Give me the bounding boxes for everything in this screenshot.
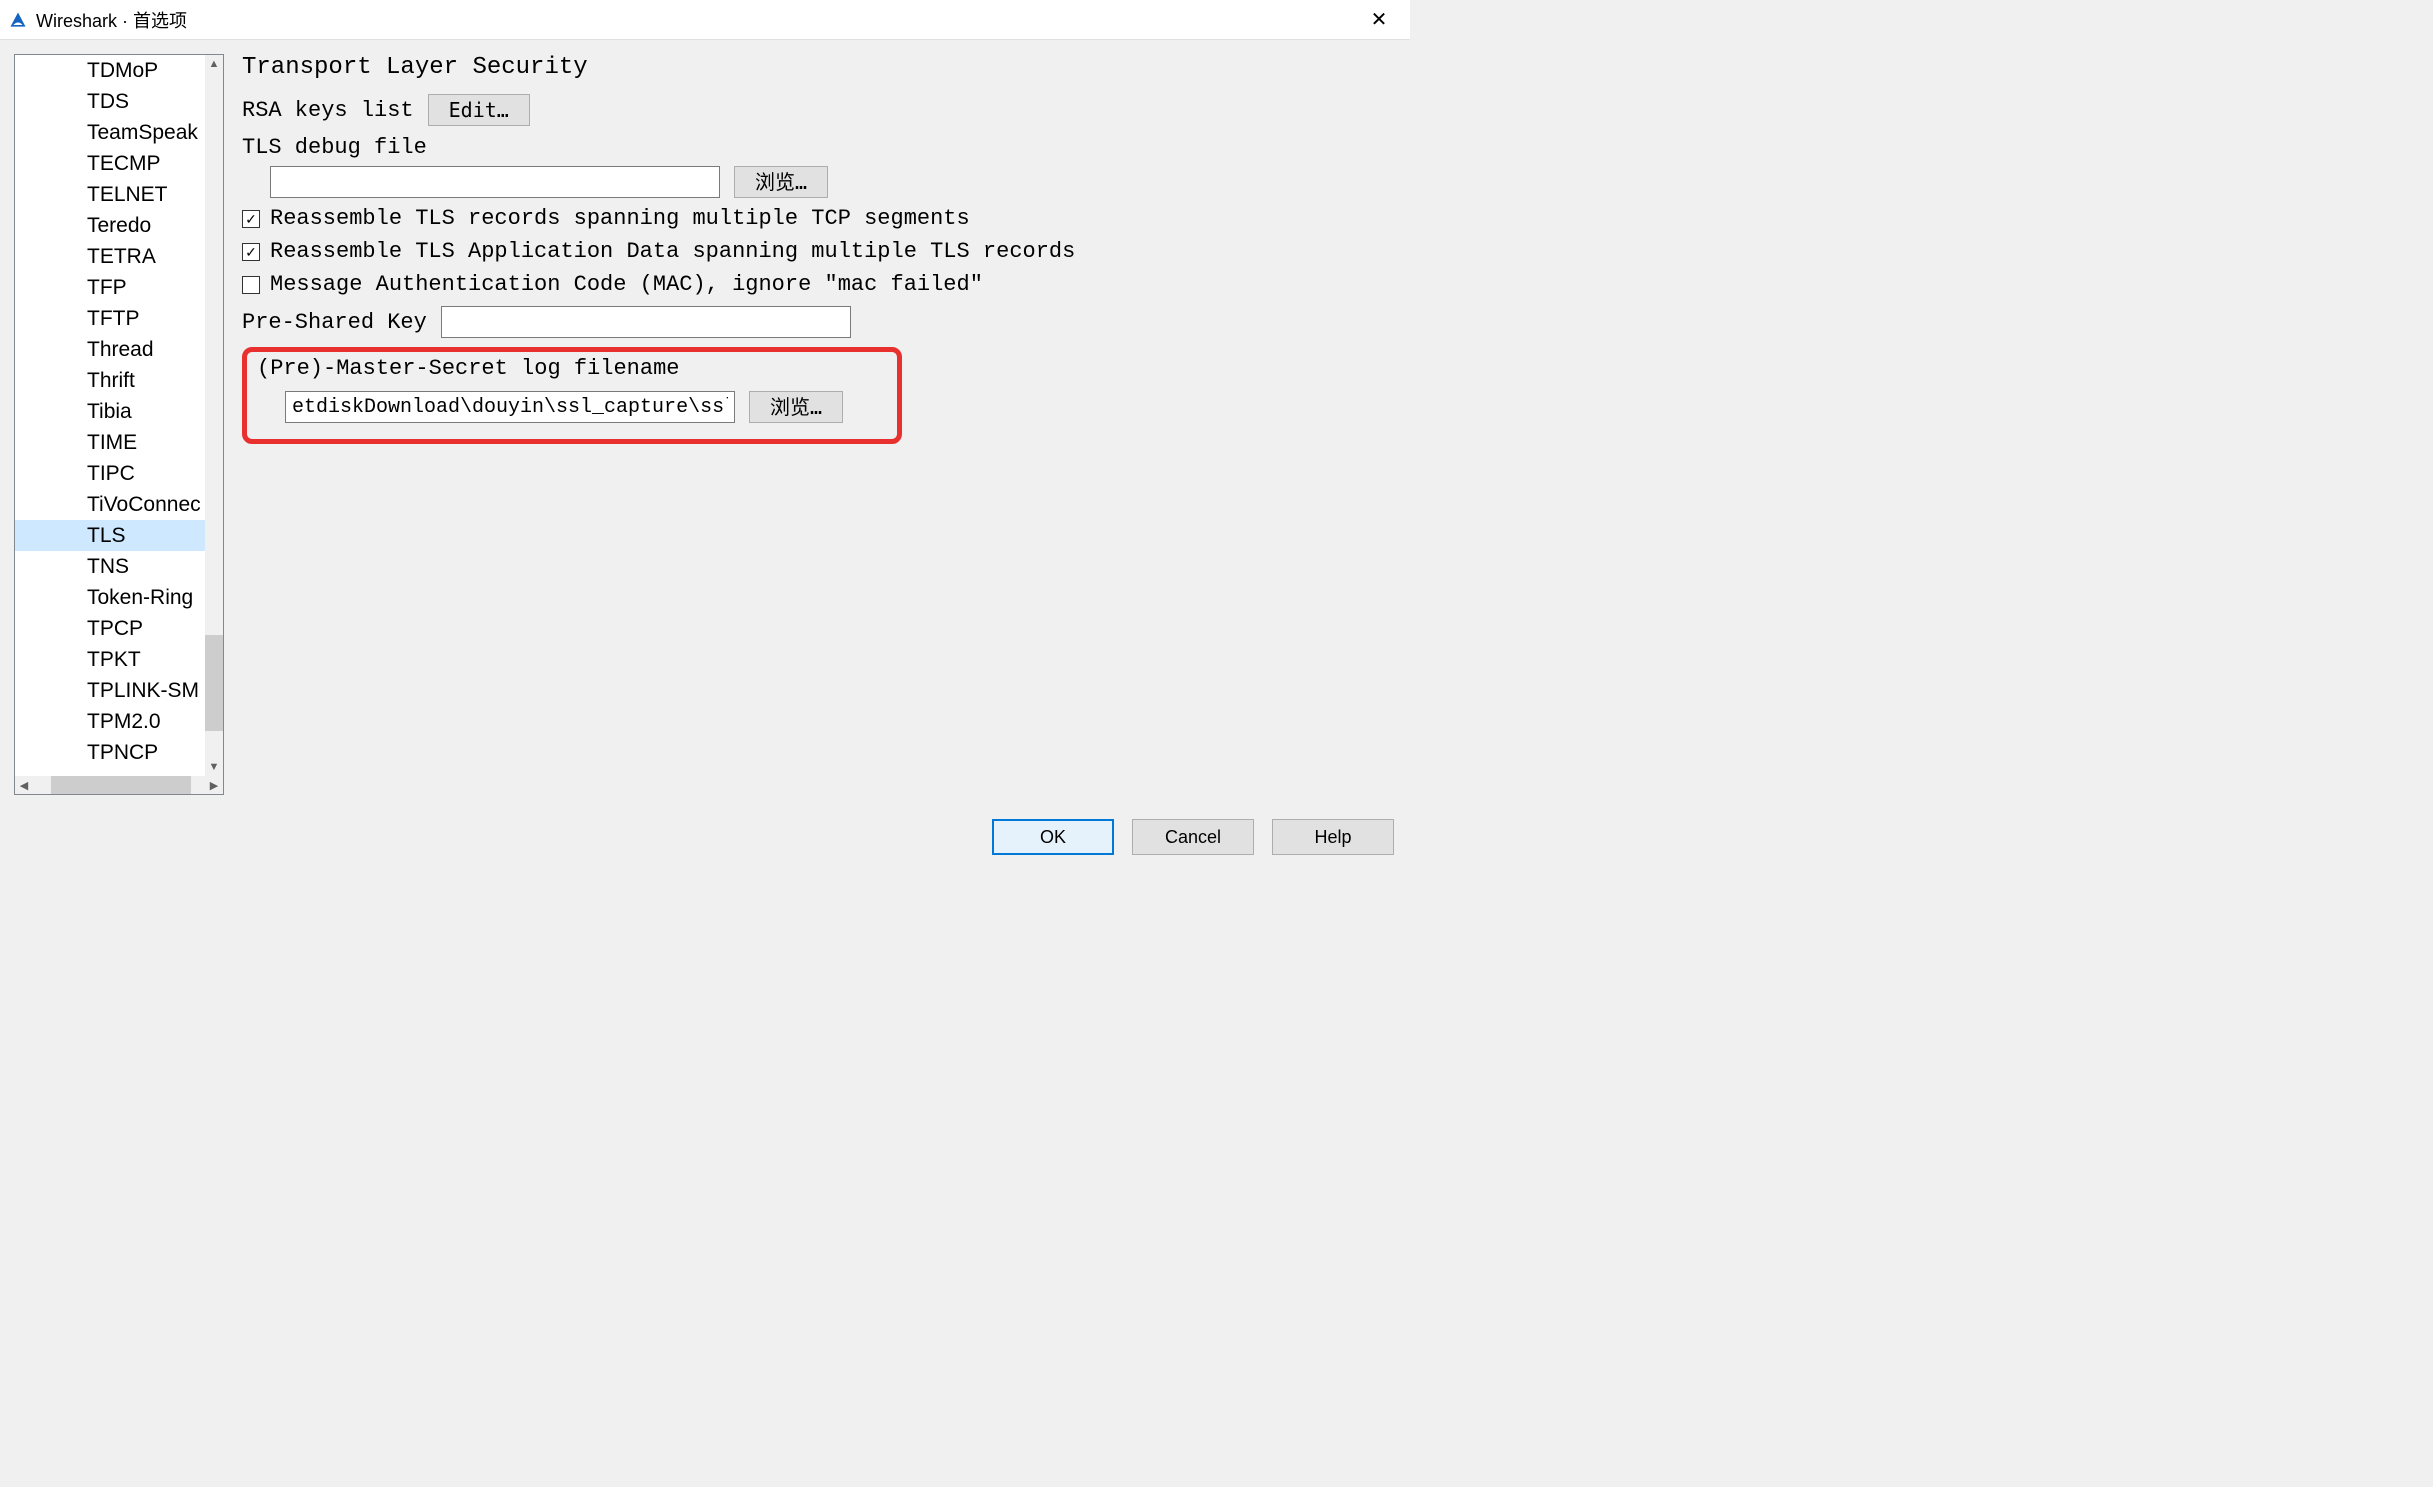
protocol-item[interactable]: TIPC [85,458,205,489]
tls-debug-browse-button[interactable]: 浏览… [734,166,828,198]
dialog-buttons: OK Cancel Help [0,809,1410,871]
settings-panel: Transport Layer Security RSA keys list E… [242,54,1396,795]
protocol-item[interactable]: TLS [15,520,205,551]
preferences-window: Wireshark · 首选项 ✕ TDMoPTDSTeamSpeakTECMP… [0,0,1410,871]
checkbox-reassemble-tcp-label: Reassemble TLS records spanning multiple… [270,206,970,231]
protocol-item[interactable]: Tibia [85,396,205,427]
help-button[interactable]: Help [1272,819,1394,855]
protocol-item[interactable]: TNS [85,551,205,582]
protocol-item[interactable]: TECMP [85,148,205,179]
checkbox-icon[interactable]: ✓ [242,243,260,261]
protocol-item[interactable]: TIME [85,427,205,458]
edit-rsa-button[interactable]: Edit… [428,94,530,126]
wireshark-icon [8,10,28,30]
rsa-keys-label: RSA keys list [242,98,414,123]
checkbox-icon[interactable] [242,276,260,294]
sidebar-vscroll-thumb[interactable] [205,635,223,731]
protocol-item[interactable]: TPLINK-SM [85,675,205,706]
checkbox-reassemble-appdata-label: Reassemble TLS Application Data spanning… [270,239,1075,264]
protocol-item[interactable]: Thrift [85,365,205,396]
protocol-item[interactable]: TPCP [85,613,205,644]
protocol-item[interactable]: Thread [85,334,205,365]
protocol-item[interactable]: TFTP [85,303,205,334]
protocol-sidebar: TDMoPTDSTeamSpeakTECMPTELNETTeredoTETRAT… [14,54,224,795]
checkbox-icon[interactable]: ✓ [242,210,260,228]
scroll-left-icon[interactable]: ◀ [15,779,33,792]
protocol-item[interactable]: TPNCP [85,737,205,768]
panel-heading: Transport Layer Security [242,54,1396,81]
highlight-pms: (Pre)-Master-Secret log filename 浏览… [242,347,902,444]
scroll-up-icon[interactable]: ▲ [205,55,223,73]
scroll-down-icon[interactable]: ▼ [205,758,223,776]
ok-button[interactable]: OK [992,819,1114,855]
window-title: Wireshark · 首选项 [36,7,187,33]
protocol-item[interactable]: TETRA [85,241,205,272]
close-icon[interactable]: ✕ [1356,0,1402,40]
tls-debug-input[interactable] [270,166,720,198]
checkbox-mac-ignore[interactable]: Message Authentication Code (MAC), ignor… [242,272,1396,297]
protocol-item[interactable]: TFP [85,272,205,303]
psk-label: Pre-Shared Key [242,310,427,335]
checkbox-reassemble-appdata[interactable]: ✓ Reassemble TLS Application Data spanni… [242,239,1396,264]
pms-label: (Pre)-Master-Secret log filename [257,356,679,381]
pms-input[interactable] [285,391,735,423]
scroll-right-icon[interactable]: ▶ [205,779,223,792]
protocol-item[interactable]: TDMoP [85,55,205,86]
protocol-item[interactable]: TiVoConnec [85,489,205,520]
protocol-item[interactable]: TPKT [85,644,205,675]
checkbox-reassemble-tcp[interactable]: ✓ Reassemble TLS records spanning multip… [242,206,1396,231]
protocol-item[interactable]: TPM2.0 [85,706,205,737]
sidebar-hscrollbar[interactable]: ◀ ▶ [15,776,223,794]
protocol-item[interactable]: Teredo [85,210,205,241]
pms-browse-button[interactable]: 浏览… [749,391,843,423]
tls-debug-label: TLS debug file [242,135,427,160]
protocol-item[interactable]: TELNET [85,179,205,210]
sidebar-hscroll-thumb[interactable] [51,776,191,794]
checkbox-mac-ignore-label: Message Authentication Code (MAC), ignor… [270,272,983,297]
sidebar-vscrollbar[interactable]: ▲ ▼ [205,55,223,776]
protocol-item[interactable]: TDS [85,86,205,117]
protocol-list[interactable]: TDMoPTDSTeamSpeakTECMPTELNETTeredoTETRAT… [15,55,223,776]
cancel-button[interactable]: Cancel [1132,819,1254,855]
psk-input[interactable] [441,306,851,338]
content: TDMoPTDSTeamSpeakTECMPTELNETTeredoTETRAT… [0,40,1410,809]
protocol-item[interactable]: Token-Ring [85,582,205,613]
titlebar: Wireshark · 首选项 ✕ [0,0,1410,40]
protocol-item[interactable]: TeamSpeak [85,117,205,148]
